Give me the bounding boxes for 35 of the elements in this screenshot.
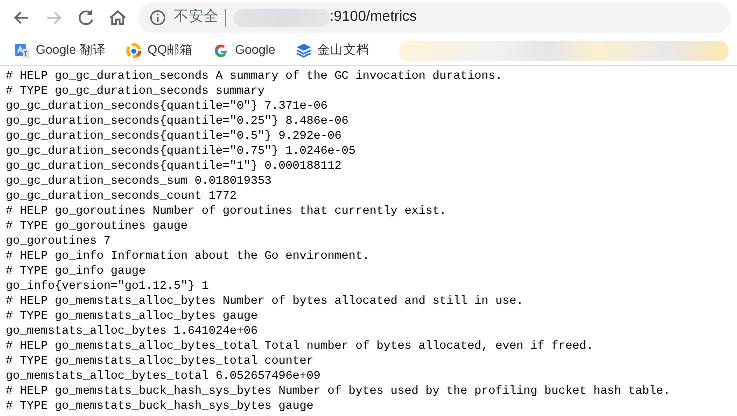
- metrics-line: # HELP go_memstats_alloc_bytes_total Total number of bytes allocated, even if freed.: [6, 339, 595, 354]
- metrics-line: go_gc_duration_seconds{quantile="0.25"} 8.486e-06: [6, 114, 350, 129]
- security-label: 不安全: [174, 8, 219, 28]
- metrics-line: go_gc_duration_seconds_sum 0.018019353: [6, 174, 273, 189]
- bookmark[interactable]: QQ邮箱: [120, 39, 200, 62]
- layers-icon: [296, 42, 312, 58]
- bookmark[interactable]: 金山文档: [290, 39, 376, 62]
- metrics-line: go_gc_duration_seconds_count 1772: [6, 189, 238, 204]
- metrics-line: # TYPE go_info gauge: [6, 264, 147, 279]
- metrics-line: go_gc_duration_seconds{quantile="0.75"} 1.0246e-05: [6, 144, 357, 159]
- metrics-line: # HELP go_goroutines Number of goroutines that currently exist.: [6, 204, 448, 219]
- info-icon[interactable]: [150, 10, 166, 26]
- metrics-line: go_gc_duration_seconds{quantile="1"} 0.000188112: [6, 159, 343, 174]
- address-bar[interactable]: 不安全 :9100/metrics: [138, 3, 731, 33]
- metrics-line: go_info{version="go1.12.5"} 1: [6, 279, 210, 294]
- google-icon: [213, 42, 230, 58]
- metrics-line: # HELP go_info Information about the Go environment.: [6, 249, 371, 264]
- bookmark[interactable]: Google: [207, 39, 282, 62]
- metrics-line: go_gc_duration_seconds{quantile="0.5"} 9.292e-06: [6, 129, 343, 144]
- ring-icon: [126, 42, 142, 58]
- metrics-line: # TYPE go_goroutines gauge: [6, 219, 189, 234]
- metrics-line: go_memstats_alloc_bytes 1.641024e+06: [6, 324, 259, 339]
- metrics-line: go_gc_duration_seconds{quantile="0"} 7.371e-06: [6, 99, 329, 114]
- metrics-line: # TYPE go_gc_duration_seconds summary: [6, 84, 266, 99]
- metrics-line: go_goroutines 7: [6, 234, 112, 249]
- translate-icon: [14, 42, 30, 58]
- metrics-line: go_memstats_alloc_bytes_total 6.052657496e+09: [6, 369, 322, 384]
- bookmark[interactable]: Google 翻译: [8, 39, 112, 62]
- metrics-line: # TYPE go_memstats_buck_hash_sys_bytes gauge: [6, 399, 315, 414]
- url-text: :9100/metrics: [330, 8, 418, 28]
- metrics-line: # TYPE go_memstats_alloc_bytes_total counter: [6, 354, 315, 369]
- metrics-line: # HELP go_memstats_alloc_bytes Number of bytes allocated and still in use.: [6, 294, 525, 309]
- metrics-line: # HELP go_memstats_buck_hash_sys_bytes Number of bytes used by the profiling bucket hash table.: [6, 384, 672, 399]
- metrics-line: # HELP go_gc_duration_seconds A summary of the GC invocation durations.: [6, 69, 504, 84]
- metrics-line: # TYPE go_memstats_alloc_bytes gauge: [6, 309, 259, 324]
